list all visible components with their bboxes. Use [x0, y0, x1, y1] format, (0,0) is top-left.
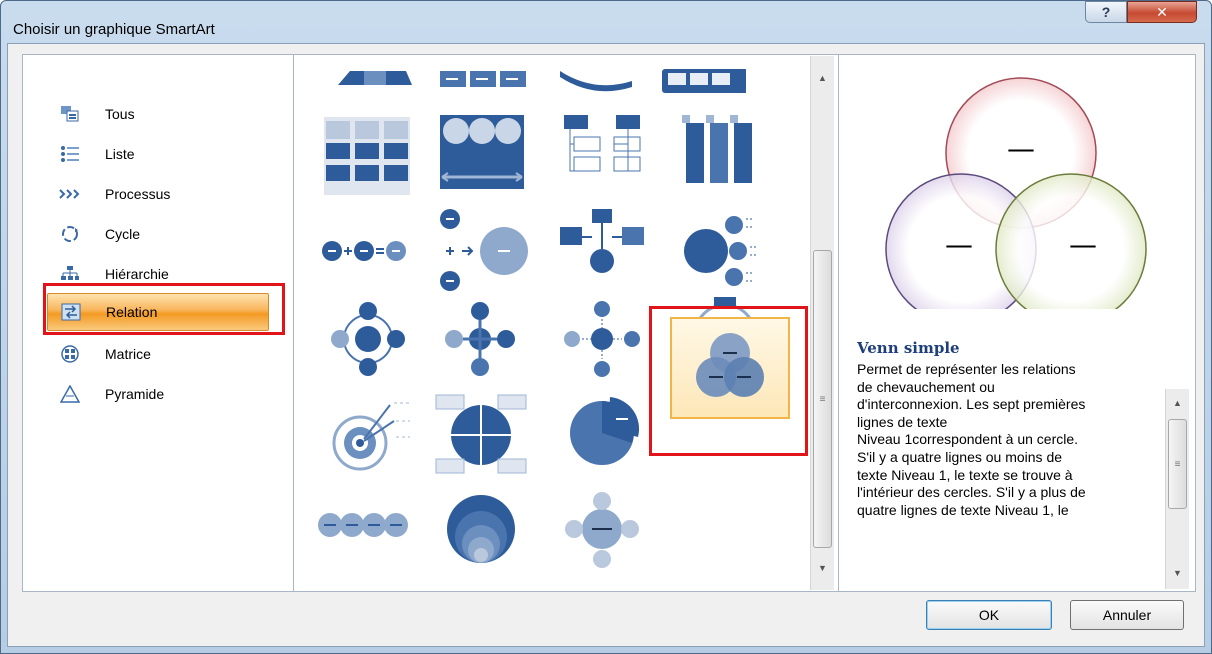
venn-circle-label: —: [945, 228, 973, 261]
category-item-pyramide[interactable]: Pyramide: [47, 375, 269, 413]
gallery-thumb[interactable]: [434, 387, 528, 474]
category-label: Processus: [105, 186, 171, 202]
gallery-thumb[interactable]: [434, 205, 528, 291]
gallery-thumb[interactable]: [676, 205, 770, 291]
category-highlight-box: [43, 283, 285, 335]
gallery-pane: ▲ ≡ ▼: [293, 54, 839, 592]
gallery-thumb[interactable]: [556, 113, 650, 199]
gallery-thumb[interactable]: [316, 485, 410, 571]
cancel-button[interactable]: Annuler: [1070, 600, 1184, 630]
scroll-up-arrow-icon[interactable]: ▲: [1166, 395, 1189, 411]
category-item-cycle[interactable]: Cycle: [47, 215, 269, 253]
ok-button[interactable]: OK: [926, 600, 1052, 630]
gallery-thumb[interactable]: [318, 211, 412, 297]
gallery-thumb[interactable]: [434, 295, 528, 381]
all-icon: [59, 104, 81, 124]
gallery-scrollbar[interactable]: ▲ ≡ ▼: [810, 56, 834, 590]
close-button[interactable]: ✕: [1127, 1, 1197, 23]
gallery-thumb[interactable]: [434, 479, 528, 565]
smartart-dialog: Choisir un graphique SmartArt ? ✕ Tous L…: [0, 0, 1212, 654]
gallery-thumb[interactable]: [556, 387, 650, 473]
category-item-tous[interactable]: Tous: [47, 95, 269, 133]
gallery-thumb[interactable]: [556, 487, 650, 573]
category-label: Tous: [105, 106, 135, 122]
scroll-down-arrow-icon[interactable]: ▼: [1166, 565, 1189, 581]
gallery-thumb[interactable]: [556, 205, 650, 291]
process-icon: [59, 184, 81, 204]
list-icon: [59, 144, 81, 164]
scroll-down-arrow-icon[interactable]: ▼: [811, 560, 834, 576]
gallery-thumb[interactable]: [320, 391, 414, 477]
matrix-icon: [59, 344, 81, 364]
dialog-title: Choisir un graphique SmartArt: [13, 21, 215, 38]
title-bar[interactable]: Choisir un graphique SmartArt ? ✕: [1, 1, 1211, 43]
category-label: Cycle: [105, 226, 141, 242]
venn-circle-label: —: [1007, 132, 1035, 165]
category-label: Matrice: [105, 346, 151, 362]
scrollbar-thumb[interactable]: ≡: [1168, 419, 1187, 509]
gallery-thumb[interactable]: [434, 111, 528, 197]
category-label: Liste: [105, 146, 135, 162]
scrollbar-thumb[interactable]: ≡: [813, 250, 832, 548]
gallery-highlight-box: [649, 306, 808, 456]
venn-preview-image: — — —: [885, 77, 1147, 309]
gallery-thumb[interactable]: [322, 295, 416, 381]
category-item-processus[interactable]: Processus: [47, 175, 269, 213]
category-label: Pyramide: [105, 386, 165, 402]
scroll-up-arrow-icon[interactable]: ▲: [811, 70, 834, 86]
category-label: Hiérarchie: [105, 266, 169, 282]
preview-pane: — — — Venn simple Permet de représenter …: [838, 54, 1196, 592]
dialog-client-area: Tous Liste Processus Cycle Hiérarchie Re…: [7, 43, 1205, 647]
venn-circle-label: —: [1069, 228, 1097, 261]
cycle-icon: [59, 224, 81, 244]
gallery-thumb[interactable]: [676, 113, 770, 199]
description-scrollbar[interactable]: ▲ ≡ ▼: [1165, 389, 1189, 589]
category-pane: Tous Liste Processus Cycle Hiérarchie Re…: [22, 54, 294, 592]
preview-description: Permet de représenter les relations de c…: [857, 361, 1086, 518]
gallery-thumb[interactable]: [320, 115, 414, 201]
pyramid-icon: [59, 384, 81, 404]
category-item-matrice[interactable]: Matrice: [47, 335, 269, 373]
category-item-liste[interactable]: Liste: [47, 135, 269, 173]
preview-title: Venn simple: [857, 339, 960, 357]
hierarchy-icon: [59, 264, 81, 284]
help-button[interactable]: ?: [1085, 1, 1127, 23]
gallery-thumb[interactable]: [556, 295, 650, 381]
